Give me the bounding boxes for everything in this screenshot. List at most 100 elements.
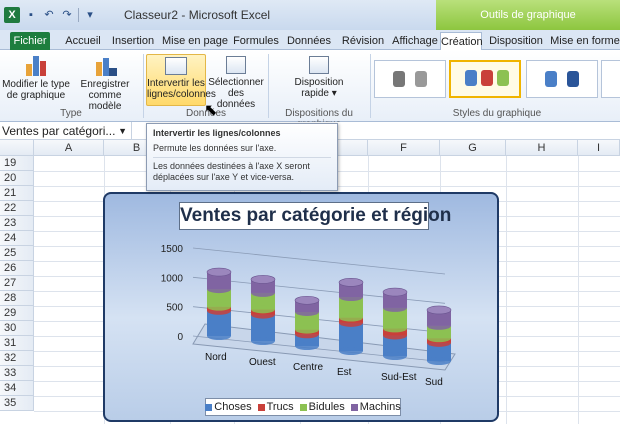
- tab-revision[interactable]: Révision: [338, 32, 388, 50]
- y-tick-label: 0: [177, 332, 183, 343]
- column-header-h[interactable]: H: [506, 140, 578, 156]
- tooltip-description: Les données destinées à l'axe X seront d…: [153, 161, 310, 182]
- change-chart-type-button[interactable]: Modifier le type de graphique: [2, 54, 70, 101]
- tab-donnees[interactable]: Données: [284, 32, 334, 50]
- chart-plot-area[interactable]: 0 500 1000 1500 Nord Ouest Centre Est Sud-Est Sud: [105, 194, 497, 420]
- bar-segment-edge: [251, 337, 275, 345]
- group-label-type: Type: [60, 108, 82, 119]
- legend-item-trucs: Trucs: [257, 401, 294, 413]
- bar-top: [382, 287, 408, 297]
- chart-tools-header: Outils de graphique: [436, 0, 620, 30]
- tab-fichier[interactable]: Fichier: [10, 32, 50, 50]
- tooltip-switch-row-column: Intervertir les lignes/colonnes Permute …: [146, 123, 338, 191]
- row-header[interactable]: 28: [0, 291, 34, 306]
- row-header[interactable]: 32: [0, 351, 34, 366]
- save-as-template-button[interactable]: Enregistrer comme modèle: [72, 54, 138, 112]
- row-header[interactable]: 22: [0, 201, 34, 216]
- name-box[interactable]: Ventes par catégori... ▼: [0, 122, 132, 140]
- column-header-g[interactable]: G: [440, 140, 506, 156]
- legend-item-bidules: Bidules: [299, 401, 345, 413]
- tooltip-line1: Permute les données sur l'axe.: [153, 143, 331, 158]
- select-all-corner[interactable]: [0, 140, 34, 156]
- bar-segment-edge: [383, 331, 407, 340]
- chart-object[interactable]: Ventes par catégorie et région 0 500 1000 1…: [103, 192, 499, 422]
- undo-icon[interactable]: ↶: [42, 8, 56, 22]
- tab-formules[interactable]: Formules: [232, 32, 280, 50]
- chart-tools-label: Outils de graphique: [480, 9, 576, 21]
- save-icon[interactable]: ▪: [24, 8, 38, 22]
- tab-disposition[interactable]: Disposition: [486, 32, 546, 50]
- window-title: Classeur2 - Microsoft Excel: [124, 8, 271, 22]
- ribbon-tabs: Fichier Accueil Insertion Mise en page F…: [0, 30, 620, 51]
- row-header[interactable]: 25: [0, 246, 34, 261]
- bar-top: [250, 275, 276, 284]
- column-header-f[interactable]: F: [368, 140, 440, 156]
- excel-logo-icon[interactable]: X: [4, 7, 20, 23]
- redo-icon[interactable]: ↷: [60, 8, 74, 22]
- bar-segment-edge: [207, 332, 231, 340]
- y-tick-label: 500: [166, 303, 183, 314]
- tab-mise-en-forme[interactable]: Mise en forme: [550, 32, 620, 50]
- row-header[interactable]: 35: [0, 396, 34, 411]
- quick-layout-icon: [309, 56, 329, 74]
- customize-qat-icon[interactable]: ▾: [83, 8, 97, 22]
- quick-layout-button[interactable]: Disposition rapide ▾: [276, 54, 362, 99]
- row-header[interactable]: 29: [0, 306, 34, 321]
- row-header[interactable]: 21: [0, 186, 34, 201]
- bar-segment-edge: [383, 352, 407, 360]
- legend-item-choses: Choses: [205, 401, 252, 413]
- row-header[interactable]: 19: [0, 156, 34, 171]
- ribbon: Modifier le type de graphique Enregistre…: [0, 50, 620, 130]
- bar-segment-edge: [295, 307, 319, 316]
- bar-segment-edge: [383, 303, 407, 312]
- legend-swatch: [350, 403, 358, 411]
- bar-segment-edge: [339, 347, 363, 355]
- save-template-icon: [93, 54, 117, 76]
- row-header[interactable]: 31: [0, 336, 34, 351]
- switch-row-column-button[interactable]: Intervertir les lignes/colonnes: [146, 54, 216, 106]
- row-header[interactable]: 23: [0, 216, 34, 231]
- bar-segment-edge: [383, 324, 407, 333]
- row-header[interactable]: 27: [0, 276, 34, 291]
- row-header[interactable]: 34: [0, 381, 34, 396]
- legend-label: Machins: [359, 401, 401, 413]
- group-label-styles: Styles du graphique: [452, 108, 542, 119]
- row-header[interactable]: 33: [0, 366, 34, 381]
- bar-top: [338, 278, 364, 287]
- bar-segment-edge: [251, 305, 275, 314]
- legend-label: Trucs: [266, 401, 294, 413]
- tab-creation[interactable]: Création: [440, 32, 483, 51]
- tooltip-title: Intervertir les lignes/colonnes: [153, 128, 281, 138]
- chevron-down-icon[interactable]: ▼: [118, 122, 127, 140]
- row-header[interactable]: 20: [0, 171, 34, 186]
- bar-segment-edge: [427, 321, 451, 330]
- chart-style-1[interactable]: [374, 60, 446, 98]
- tab-insertion[interactable]: Insertion: [110, 32, 156, 50]
- x-tick-label: Ouest: [249, 357, 276, 368]
- name-box-value: Ventes par catégori...: [2, 124, 116, 138]
- chart-style-2[interactable]: [449, 60, 521, 98]
- title-bar: X ▪ ↶ ↷ ▾ Classeur2 - Microsoft Excel Ou…: [0, 0, 620, 30]
- tab-mise-en-page[interactable]: Mise en page: [160, 32, 230, 50]
- chart-type-icon: [24, 54, 48, 76]
- tab-affichage[interactable]: Affichage: [390, 32, 440, 50]
- tab-accueil[interactable]: Accueil: [58, 32, 108, 50]
- bar-segment: [339, 322, 363, 351]
- column-header-a[interactable]: A: [34, 140, 104, 156]
- chart-style-4[interactable]: [601, 60, 620, 98]
- y-tick-label: 1500: [161, 244, 184, 255]
- legend-swatch: [299, 403, 307, 411]
- bar-segment-edge: [427, 334, 451, 343]
- row-header[interactable]: 30: [0, 321, 34, 336]
- mouse-cursor-icon: ⬉: [204, 102, 218, 119]
- row-header[interactable]: 24: [0, 231, 34, 246]
- chart-style-3[interactable]: [526, 60, 598, 98]
- x-tick-label: Nord: [205, 352, 227, 363]
- chart-legend[interactable]: Choses Trucs Bidules Machins: [205, 398, 401, 416]
- switch-row-column-label: Intervertir les lignes/colonnes: [147, 78, 216, 100]
- qat-separator: [78, 8, 79, 22]
- column-header-i[interactable]: I: [578, 140, 620, 156]
- y-tick-label: 1000: [161, 273, 184, 284]
- legend-item-machins: Machins: [350, 401, 401, 413]
- row-header[interactable]: 26: [0, 261, 34, 276]
